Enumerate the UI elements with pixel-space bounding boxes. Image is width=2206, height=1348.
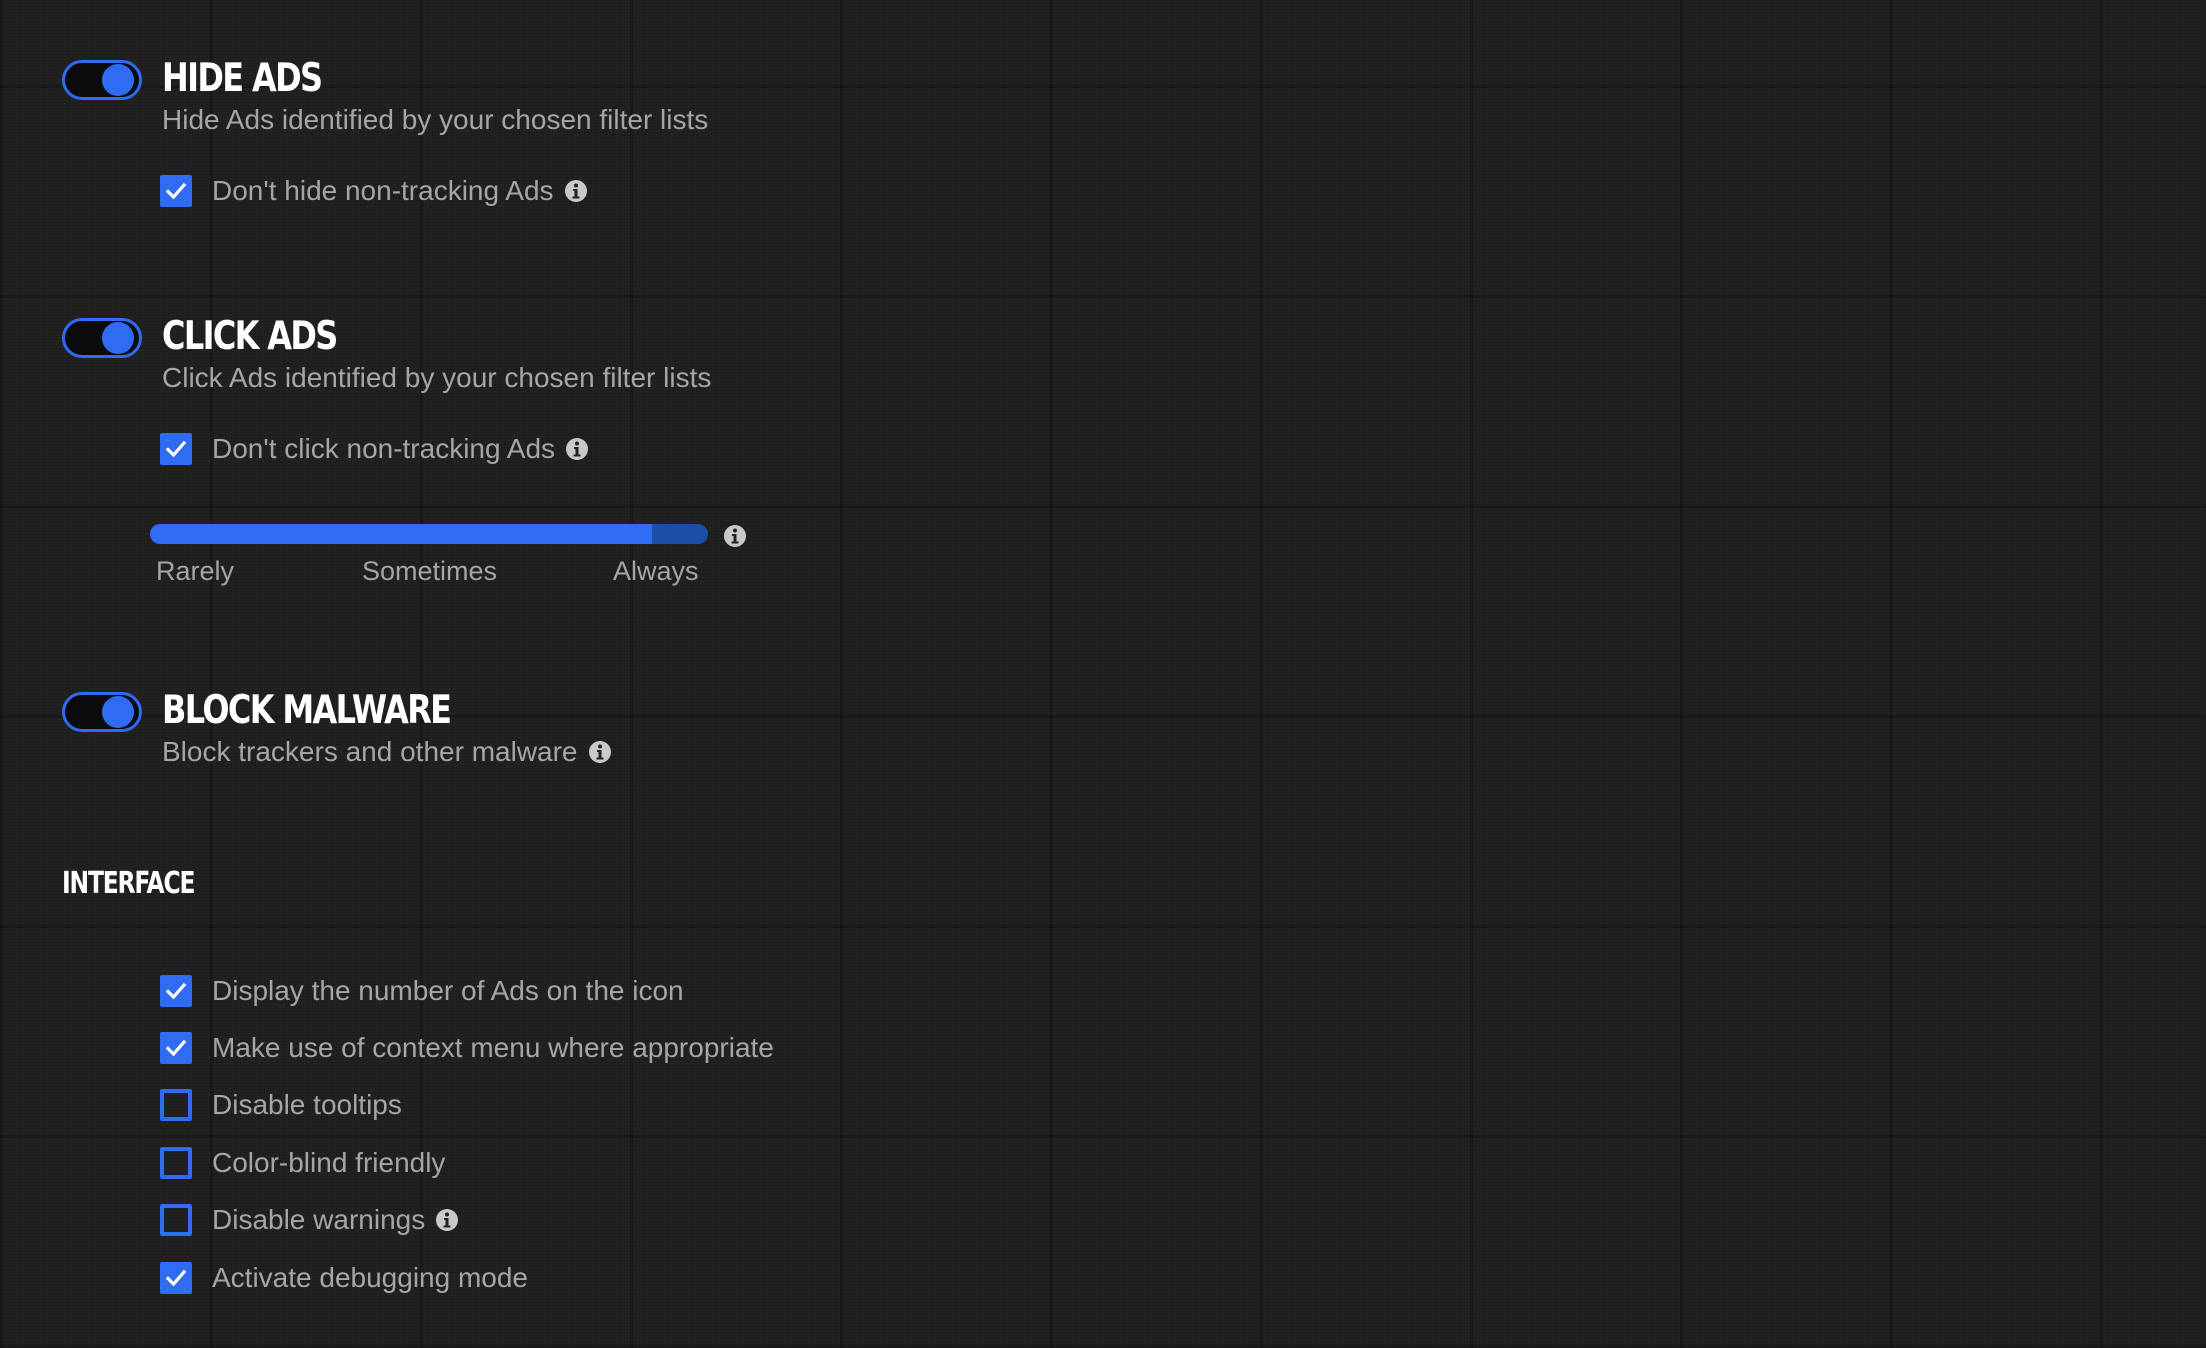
disable-tooltips-label: Disable tooltips <box>212 1089 402 1120</box>
slider-label-always: Always <box>613 556 699 586</box>
block-malware-title: BLOCK MALWARE <box>162 688 452 733</box>
hide-ads-title: HIDE ADS <box>162 56 323 101</box>
info-icon[interactable] <box>565 437 589 461</box>
slider-label-rarely: Rarely <box>156 556 235 586</box>
hide-ads-description: Hide Ads identified by your chosen filte… <box>162 104 708 136</box>
interface-option-color-blind[interactable]: Color-blind friendly <box>160 1146 445 1180</box>
hide-ads-description-text: Hide Ads identified by your chosen filte… <box>162 104 709 135</box>
click-nontracking-option[interactable]: Don't click non-tracking Ads <box>160 432 589 466</box>
hide-nontracking-label: Don't hide non-tracking Ads <box>212 175 554 206</box>
block-malware-description-text: Block trackers and other malware <box>162 736 578 767</box>
click-ads-toggle[interactable] <box>62 318 142 358</box>
debugging-checkbox[interactable] <box>160 1262 192 1294</box>
click-ads-title: CLICK ADS <box>162 314 338 359</box>
interface-option-debugging[interactable]: Activate debugging mode <box>160 1261 528 1295</box>
block-malware-toggle[interactable] <box>62 692 142 732</box>
click-nontracking-label: Don't click non-tracking Ads <box>212 433 556 464</box>
toggle-knob <box>102 322 134 354</box>
display-count-label: Display the number of Ads on the icon <box>212 975 684 1006</box>
slider-label-sometimes: Sometimes <box>362 556 498 586</box>
color-blind-label: Color-blind friendly <box>212 1147 446 1178</box>
toggle-knob <box>102 696 134 728</box>
context-menu-label: Make use of context menu where appropria… <box>212 1032 774 1063</box>
interface-option-disable-tooltips[interactable]: Disable tooltips <box>160 1088 402 1122</box>
hide-nontracking-option[interactable]: Don't hide non-tracking Ads <box>160 174 588 208</box>
debugging-label: Activate debugging mode <box>212 1262 528 1293</box>
click-nontracking-checkbox[interactable] <box>160 433 192 465</box>
toggle-knob <box>102 64 134 96</box>
interface-option-display-count[interactable]: Display the number of Ads on the icon <box>160 974 684 1008</box>
info-icon[interactable] <box>435 1208 459 1232</box>
interface-title: INTERFACE <box>62 866 195 901</box>
disable-warnings-checkbox[interactable] <box>160 1204 192 1236</box>
context-menu-checkbox[interactable] <box>160 1032 192 1064</box>
click-ads-description-text: Click Ads identified by your chosen filt… <box>162 362 712 393</box>
disable-warnings-label: Disable warnings <box>212 1204 426 1235</box>
click-ads-description: Click Ads identified by your chosen filt… <box>162 362 711 394</box>
display-count-checkbox[interactable] <box>160 975 192 1007</box>
interface-option-context-menu[interactable]: Make use of context menu where appropria… <box>160 1031 774 1065</box>
disable-tooltips-checkbox[interactable] <box>160 1089 192 1121</box>
click-frequency-slider[interactable] <box>150 524 708 544</box>
info-icon[interactable] <box>588 740 612 764</box>
block-malware-description: Block trackers and other malware <box>162 736 612 768</box>
slider-fill <box>150 524 653 544</box>
hide-nontracking-checkbox[interactable] <box>160 175 192 207</box>
color-blind-checkbox[interactable] <box>160 1147 192 1179</box>
info-icon[interactable] <box>723 524 747 548</box>
hide-ads-toggle[interactable] <box>62 60 142 100</box>
info-icon[interactable] <box>564 179 588 203</box>
interface-option-disable-warnings[interactable]: Disable warnings <box>160 1203 459 1237</box>
